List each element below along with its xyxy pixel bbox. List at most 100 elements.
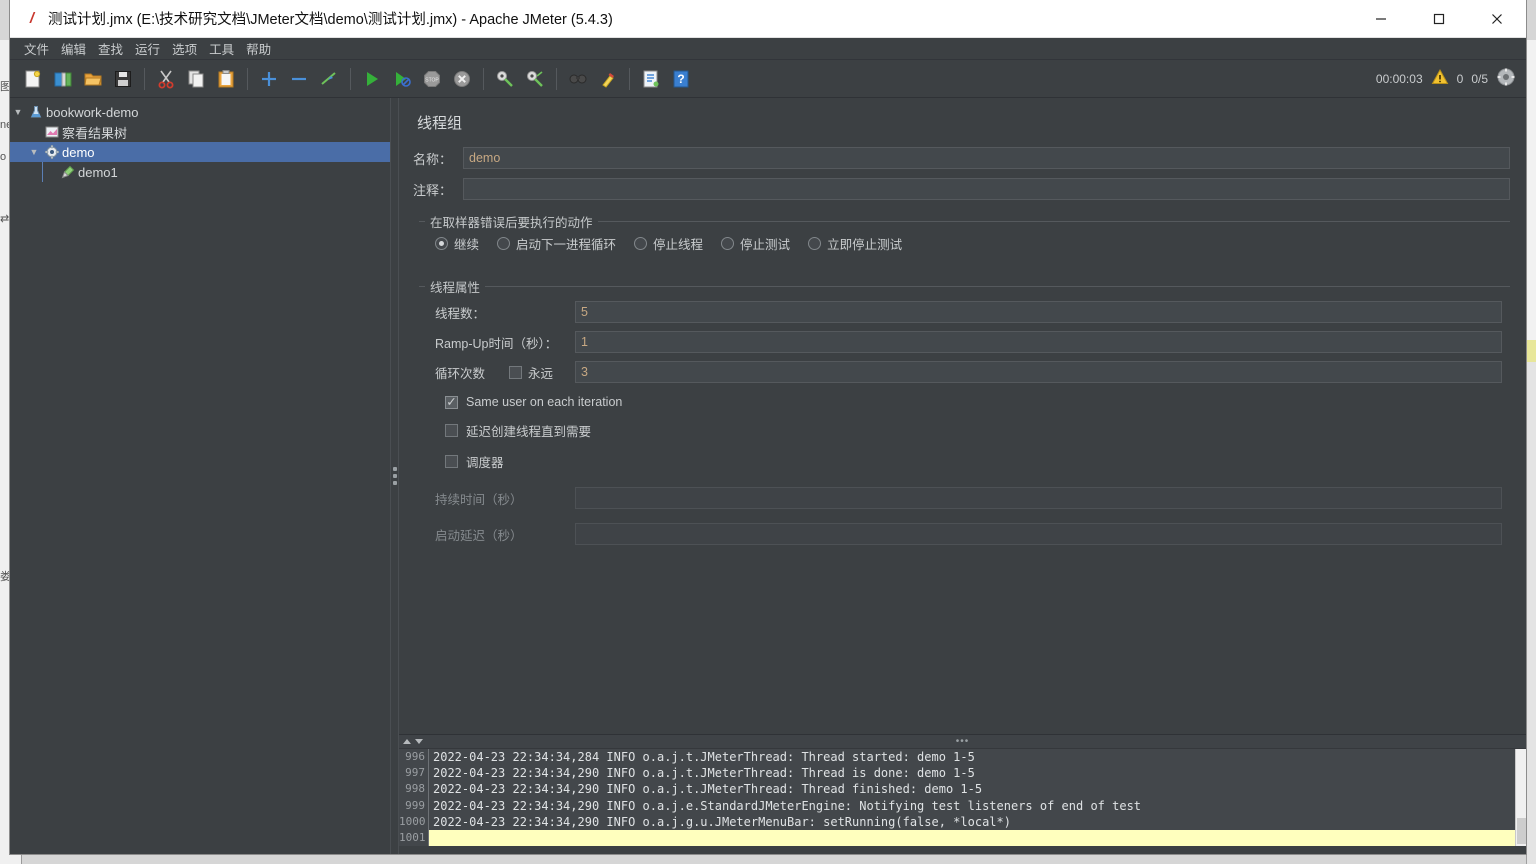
open-icon[interactable]	[79, 65, 107, 93]
chevron-down-icon[interactable]: ▼	[10, 107, 26, 117]
toggle-icon[interactable]	[315, 65, 343, 93]
start-icon[interactable]	[358, 65, 386, 93]
log-console-header[interactable]: •••	[399, 735, 1526, 749]
radio-stop-test[interactable]: 停止测试	[721, 234, 790, 253]
thread-group-config-panel: 线程组 名称： demo 注释： 在取样器错误后要执行的动作 继续 启动下一进程…	[399, 98, 1526, 854]
paste-icon[interactable]	[212, 65, 240, 93]
save-icon[interactable]	[109, 65, 137, 93]
thread-properties-legend: 线程属性	[425, 277, 486, 296]
forever-checkbox[interactable]: ✓ 永远	[509, 363, 575, 382]
body-split: ▼ bookwork-demo 察看结果树 ▼ demo demo1 线程组 名…	[10, 98, 1526, 854]
maximize-button[interactable]	[1410, 0, 1468, 38]
function-helper-icon[interactable]	[637, 65, 665, 93]
shutdown-icon[interactable]	[448, 65, 476, 93]
copy-icon[interactable]	[182, 65, 210, 93]
checkbox-icon: ✓	[445, 424, 458, 437]
toolbar: STOP ? 00:00:03 0 0/5	[10, 60, 1526, 98]
tree-node-view-results-tree[interactable]: 察看结果树	[10, 122, 390, 142]
page-title: 线程组	[417, 115, 463, 132]
warning-triangle-icon[interactable]	[1431, 68, 1449, 91]
warning-count: 0	[1456, 72, 1464, 86]
expand-all-icon[interactable]	[255, 65, 283, 93]
menu-edit[interactable]: 编辑	[55, 37, 92, 60]
tree-node-bookwork-demo[interactable]: ▼ bookwork-demo	[10, 102, 390, 122]
tree-node-demo1[interactable]: demo1	[10, 162, 390, 182]
same-user-row[interactable]: ✓ Same user on each iteration	[445, 395, 1502, 409]
on-sampler-error-group: 在取样器错误后要执行的动作 继续 启动下一进程循环 停止线程 停止测试 立即停止…	[419, 212, 1510, 265]
minimize-button[interactable]	[1352, 0, 1410, 38]
log-scrollbar[interactable]	[1515, 749, 1526, 846]
activity-indicator-icon	[1496, 67, 1516, 92]
radio-label: 启动下一进程循环	[516, 238, 617, 252]
menu-tools[interactable]: 工具	[203, 37, 240, 60]
templates-icon[interactable]	[49, 65, 77, 93]
comment-input[interactable]	[463, 178, 1510, 200]
on-sampler-error-radios: 继续 启动下一进程循环 停止线程 停止测试 立即停止测试	[427, 228, 1502, 257]
forever-label: 永远	[528, 366, 554, 381]
radio-label: 停止测试	[740, 238, 791, 252]
tree-node-demo[interactable]: ▼ demo	[10, 142, 390, 162]
tree-node-label: demo1	[78, 164, 118, 180]
svg-text:?: ?	[677, 72, 684, 86]
close-button[interactable]	[1468, 0, 1526, 38]
triangle-down-icon[interactable]	[415, 739, 423, 744]
jmeter-main-window: / 测试计划.jmx (E:\技术研究文档\JMeter文档\demo\测试计划…	[10, 0, 1526, 854]
menu-help[interactable]: 帮助	[240, 37, 277, 60]
radio-stop-test-now[interactable]: 立即停止测试	[808, 234, 902, 253]
log-scrollbar-thumb[interactable]	[1517, 818, 1526, 844]
num-threads-input[interactable]: 5	[575, 301, 1502, 323]
menu-search[interactable]: 查找	[92, 37, 129, 60]
drag-grip-icon[interactable]: •••	[956, 736, 970, 747]
ramp-up-row: Ramp-Up时间（秒）： 1	[435, 331, 1502, 353]
cut-icon[interactable]	[152, 65, 180, 93]
radio-dot-icon	[808, 237, 822, 250]
thread-group-gear-icon	[42, 145, 62, 159]
radio-dot-icon	[634, 237, 648, 250]
scheduler-row[interactable]: ✓ 调度器	[445, 452, 1502, 471]
radio-dot-icon	[435, 237, 448, 250]
triangle-up-icon[interactable]	[403, 739, 411, 744]
splitter-grip-icon	[392, 467, 397, 485]
startup-delay-row: 启动延迟（秒）	[435, 523, 1502, 545]
log-scroll-arrows[interactable]	[403, 739, 423, 744]
startup-delay-label: 启动延迟（秒）	[435, 528, 523, 543]
svg-text:STOP: STOP	[425, 77, 439, 83]
menu-file[interactable]: 文件	[18, 37, 55, 60]
help-icon[interactable]: ?	[667, 65, 695, 93]
menu-run[interactable]: 运行	[129, 37, 166, 60]
start-no-pauses-icon[interactable]	[388, 65, 416, 93]
duration-label: 持续时间（秒）	[435, 492, 523, 507]
new-icon[interactable]	[19, 65, 47, 93]
ramp-up-input[interactable]: 1	[575, 331, 1502, 353]
test-plan-tree[interactable]: ▼ bookwork-demo 察看结果树 ▼ demo demo1	[10, 98, 390, 854]
radio-continue[interactable]: 继续	[435, 234, 479, 253]
radio-stop-thread[interactable]: 停止线程	[634, 234, 703, 253]
log-body[interactable]: 996 997 998 999 1000 1001 2022-04-23 22:…	[399, 749, 1526, 846]
clear-icon[interactable]	[491, 65, 519, 93]
delayed-start-row[interactable]: ✓ 延迟创建线程直到需要	[445, 421, 1502, 440]
startup-delay-input	[575, 523, 1502, 545]
stop-icon[interactable]: STOP	[418, 65, 446, 93]
config-area: 线程组 名称： demo 注释： 在取样器错误后要执行的动作 继续 启动下一进程…	[399, 98, 1526, 734]
log-line: 2022-04-23 22:34:34,290 INFO o.a.j.t.JMe…	[433, 766, 975, 781]
thread-count: 0/5	[1471, 72, 1488, 86]
loop-count-input[interactable]: 3	[575, 361, 1502, 383]
num-threads-row: 线程数： 5	[435, 301, 1502, 323]
reset-search-icon[interactable]	[594, 65, 622, 93]
collapse-all-icon[interactable]	[285, 65, 313, 93]
log-lines[interactable]: 2022-04-23 22:34:34,284 INFO o.a.j.t.JMe…	[429, 749, 1526, 846]
menu-bar: 文件 编辑 查找 运行 选项 工具 帮助	[10, 38, 1526, 60]
name-input[interactable]: demo	[463, 147, 1510, 169]
search-icon[interactable]	[564, 65, 592, 93]
thread-properties-group: 线程属性 线程数： 5 Ramp-Up时间（秒）： 1 循环次数 ✓ 永远	[419, 277, 1510, 561]
panel-splitter[interactable]	[390, 98, 399, 854]
menu-options[interactable]: 选项	[166, 37, 203, 60]
tree-node-label: bookwork-demo	[46, 104, 139, 120]
delayed-start-label: 延迟创建线程直到需要	[466, 425, 592, 439]
log-line: 2022-04-23 22:34:34,284 INFO o.a.j.t.JMe…	[433, 750, 975, 764]
log-line: 2022-04-23 22:34:34,290 INFO o.a.j.g.u.J…	[433, 814, 1011, 829]
loop-count-row: 循环次数 ✓ 永远 3	[435, 361, 1502, 383]
radio-start-next-loop[interactable]: 启动下一进程循环	[497, 234, 616, 253]
chevron-down-icon[interactable]: ▼	[26, 147, 42, 157]
clear-all-icon[interactable]	[521, 65, 549, 93]
